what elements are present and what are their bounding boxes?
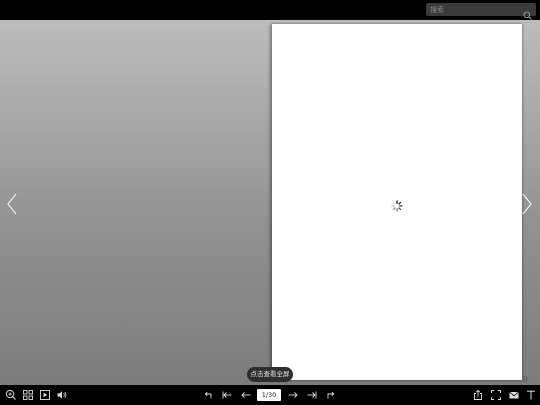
text-icon[interactable] [525, 389, 537, 401]
next-page-icon[interactable] [287, 389, 299, 401]
flipbook-stage: 点击查看全屏 [0, 20, 540, 385]
book-page[interactable] [272, 24, 522, 380]
search-input[interactable] [430, 3, 518, 16]
undo-icon[interactable] [202, 389, 214, 401]
bottom-toolbar: 1/30 [0, 385, 540, 405]
zoom-icon[interactable] [5, 389, 17, 401]
fullscreen-icon[interactable] [490, 389, 502, 401]
fullscreen-tooltip[interactable]: 点击查看全屏 [247, 367, 293, 382]
thumbnails-icon[interactable] [22, 389, 34, 401]
search-icon[interactable] [523, 5, 532, 20]
email-icon[interactable] [508, 389, 520, 401]
share-icon[interactable] [472, 389, 484, 401]
top-bar [0, 0, 540, 20]
previous-page-arrow-icon[interactable] [5, 192, 19, 216]
search-box[interactable] [426, 3, 536, 20]
last-page-icon[interactable] [306, 389, 318, 401]
autoplay-icon[interactable] [39, 389, 51, 401]
spinner-icon [391, 197, 403, 212]
next-page-arrow-icon[interactable] [520, 192, 534, 216]
sound-icon[interactable] [56, 389, 68, 401]
first-page-icon[interactable] [221, 389, 233, 401]
prev-page-icon[interactable] [240, 389, 252, 401]
page-corner-icon[interactable] [522, 368, 530, 382]
redo-icon[interactable] [325, 389, 337, 401]
page-number-indicator[interactable]: 1/30 [257, 389, 281, 401]
